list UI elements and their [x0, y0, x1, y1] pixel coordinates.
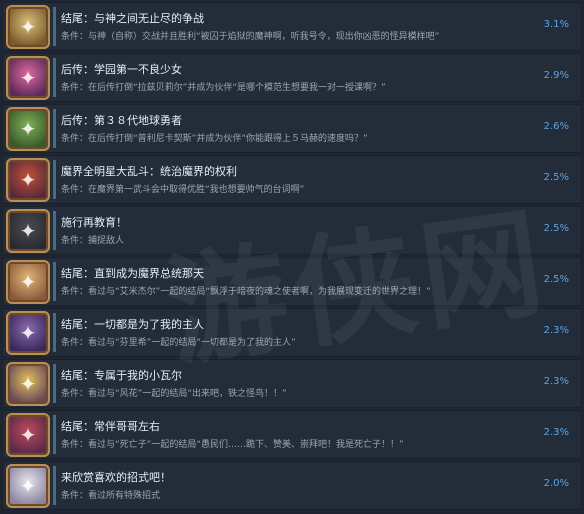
- achievement-row[interactable]: ✦ 结尾：常伴哥哥左右条件：看过与“死亡子”一起的结局“愚民们……跪下、赞美、崇拜…: [2, 410, 582, 459]
- icon-glyph: ✦: [19, 219, 37, 243]
- achievement-condition: 条件：捕捉敌人: [61, 236, 125, 246]
- angel-girl-icon: ✦: [6, 260, 50, 304]
- achievement-title: 来欣赏喜欢的招式吧！: [61, 471, 171, 484]
- icon-glyph: ✦: [19, 117, 37, 141]
- unlock-percentage: 2.5%: [543, 172, 569, 183]
- icon-glyph: ✦: [19, 423, 37, 447]
- blonde-girl-icon: ✦: [6, 362, 50, 406]
- achievement-title: 魔界全明星大乱斗：统治魔界的权利: [61, 165, 237, 178]
- achievement-row[interactable]: ✦ 来欣赏喜欢的招式吧！ 条件：看过所有特殊招式 2.0%: [2, 461, 582, 510]
- unlock-percentage: 2.3%: [543, 325, 569, 336]
- unlock-percentage: 2.6%: [543, 121, 569, 132]
- icon-glyph: ✦: [19, 168, 37, 192]
- achievement-title: 结尾：直到成为魔界总统那天: [61, 267, 204, 280]
- row-separator: [53, 7, 56, 46]
- unlock-percentage: 2.5%: [543, 223, 569, 234]
- achievement-condition: 条件：在后传打倒“普利尼卡契斯”并成为伙伴“你能跟得上５马赫的速度吗？”: [61, 134, 368, 144]
- achievement-row[interactable]: ✦ 后传：学园第一不良少女条件：在后传打倒“拉兹贝莉尔”并成为伙伴“是哪个模范生想…: [2, 53, 582, 102]
- icon-glyph: ✦: [19, 321, 37, 345]
- achievement-condition: 条件：看过与“艾米杰尔”一起的结局“飘浮于暗夜的魂之使者啊，为我展现变迁的世界之…: [61, 287, 431, 297]
- achievement-title: 结尾：一切都是为了我的主人: [61, 318, 204, 331]
- row-separator: [53, 415, 56, 454]
- unlock-percentage: 2.3%: [543, 376, 569, 387]
- green-hero-icon: ✦: [6, 107, 50, 151]
- row-separator: [53, 313, 56, 352]
- dark-cloak-figure-icon: ✦: [6, 209, 50, 253]
- unlock-percentage: 2.3%: [543, 427, 569, 438]
- achievement-row[interactable]: ✦ 结尾：直到成为魔界总统那天条件：看过与“艾米杰尔”一起的结局“飘浮于暗夜的魂之…: [2, 257, 582, 306]
- achievement-condition: 条件：与神（自称）交战并且胜利“被囚于焰狱的魔神啊，听我号令，现出你凶恶的怪异模…: [61, 32, 440, 42]
- achievement-list: ✦ 结尾：与神之间无止尽的争战条件：与神（自称）交战并且胜利“被囚于焰狱的魔神啊，…: [0, 0, 584, 514]
- achievement-condition: 条件：在魔界第一武斗会中取得优胜“我也想要帅气的台词啊”: [61, 185, 305, 195]
- achievement-title: 后传：第３８代地球勇者: [61, 114, 182, 127]
- icon-glyph: ✦: [19, 270, 37, 294]
- unlock-percentage: 2.5%: [543, 274, 569, 285]
- row-separator: [53, 109, 56, 148]
- row-separator: [53, 211, 56, 250]
- row-separator: [53, 262, 56, 301]
- achievement-row[interactable]: ✦ 结尾：与神之间无止尽的争战条件：与神（自称）交战并且胜利“被囚于焰狱的魔神啊，…: [2, 2, 582, 51]
- achievement-row[interactable]: ✦ 结尾：一切都是为了我的主人条件：看过与“芬里希”一起的结局“一切都是为了我的主…: [2, 308, 582, 357]
- row-separator: [53, 466, 56, 505]
- row-separator: [53, 58, 56, 97]
- icon-glyph: ✦: [19, 474, 37, 498]
- achievement-condition: 条件：看过所有特殊招式: [61, 491, 161, 501]
- achievement-title: 结尾：专属于我的小瓦尔: [61, 369, 182, 382]
- achievement-title: 后传：学园第一不良少女: [61, 63, 182, 76]
- achievement-row[interactable]: ✦ 魔界全明星大乱斗：统治魔界的权利条件：在魔界第一武斗会中取得优胜“我也想要帅气…: [2, 155, 582, 204]
- unlock-percentage: 3.1%: [543, 19, 569, 30]
- pink-hair-girl-icon: ✦: [6, 56, 50, 100]
- achievement-condition: 条件：看过与“芬里希”一起的结局“一切都是为了我的主人”: [61, 338, 296, 348]
- demon-character-icon: ✦: [6, 5, 50, 49]
- achievement-row[interactable]: ✦ 结尾：专属于我的小瓦尔条件：看过与“风花”一起的结局“出来吧，铁之怪鸟！！” 2…: [2, 359, 582, 408]
- achievement-row[interactable]: ✦ 施行再教育！ 条件：捕捉敌人 2.5%: [2, 206, 582, 255]
- achievement-title: 结尾：与神之间无止尽的争战: [61, 12, 204, 25]
- red-dress-girl-icon: ✦: [6, 413, 50, 457]
- unlock-percentage: 2.0%: [543, 478, 569, 489]
- achievement-condition: 条件：在后传打倒“拉兹贝莉尔”并成为伙伴“是哪个模范生想要我一对一授课啊？”: [61, 83, 386, 93]
- unlock-percentage: 2.9%: [543, 70, 569, 81]
- achievement-title: 结尾：常伴哥哥左右: [61, 420, 160, 433]
- row-separator: [53, 160, 56, 199]
- purple-maid-icon: ✦: [6, 311, 50, 355]
- icon-glyph: ✦: [19, 15, 37, 39]
- icon-glyph: ✦: [19, 372, 37, 396]
- achievement-condition: 条件：看过与“死亡子”一起的结局“愚民们……跪下、赞美、崇拜吧！我是死亡子！！”: [61, 440, 404, 450]
- white-robe-character-icon: ✦: [6, 464, 50, 508]
- red-armor-warrior-icon: ✦: [6, 158, 50, 202]
- icon-glyph: ✦: [19, 66, 37, 90]
- achievement-row[interactable]: ✦ 后传：第３８代地球勇者条件：在后传打倒“普利尼卡契斯”并成为伙伴“你能跟得上５…: [2, 104, 582, 153]
- achievement-title: 施行再教育！: [61, 216, 127, 229]
- achievement-condition: 条件：看过与“风花”一起的结局“出来吧，铁之怪鸟！！”: [61, 389, 287, 399]
- row-separator: [53, 364, 56, 403]
